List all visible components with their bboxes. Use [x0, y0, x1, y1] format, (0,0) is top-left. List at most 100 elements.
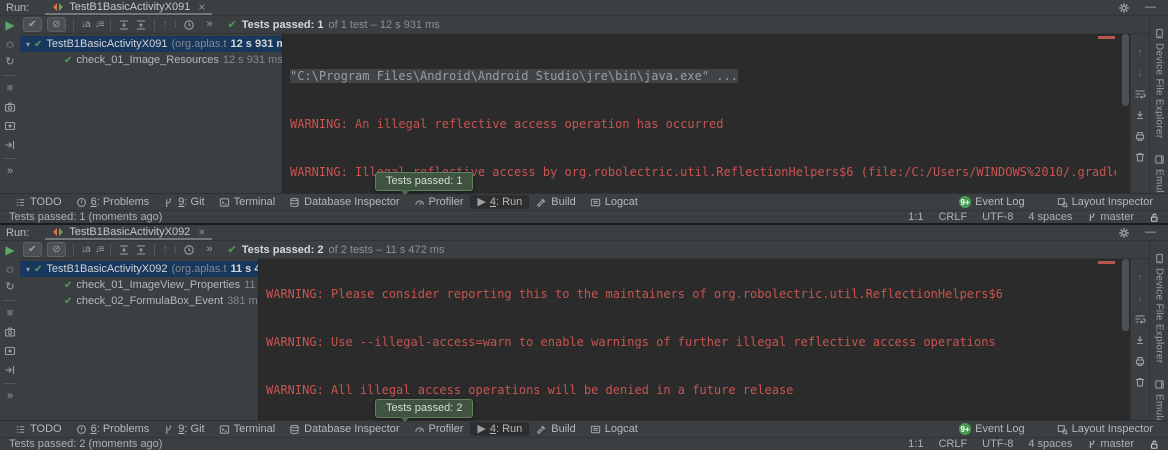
line-ending[interactable]: CRLF: [938, 211, 967, 223]
tree-row-test[interactable]: ✔ check_01_Image_Resources 12 s 931 ms: [20, 52, 282, 68]
import-icon[interactable]: [4, 139, 16, 151]
minimize-icon[interactable]: —: [1145, 2, 1156, 13]
show-ignored-toggle[interactable]: ⊘: [47, 17, 66, 32]
scroll-down-icon[interactable]: ↓: [1137, 293, 1143, 304]
expand-all-icon[interactable]: [118, 244, 130, 256]
toolbar-item-profiler[interactable]: Profiler: [407, 195, 471, 209]
toolbar-item-terminal[interactable]: Terminal: [212, 422, 283, 436]
minimize-icon[interactable]: —: [1145, 227, 1156, 238]
show-ignored-toggle[interactable]: ⊘: [47, 242, 66, 257]
print-icon[interactable]: [1134, 130, 1146, 142]
line-ending[interactable]: CRLF: [938, 438, 967, 450]
stripe-device-file-explorer[interactable]: Device File Explorer: [1154, 28, 1165, 138]
toolbar-item-terminal[interactable]: Terminal: [212, 195, 283, 209]
toolbar-item-build[interactable]: Build: [529, 195, 582, 209]
git-branch-widget[interactable]: master: [1087, 438, 1134, 450]
stop-icon[interactable]: ■: [7, 83, 14, 94]
next-failed-icon[interactable]: ↓: [173, 244, 179, 255]
run-tab-x091[interactable]: TestB1BasicActivityX091 ×: [45, 0, 212, 15]
screenshot-camera-icon[interactable]: [4, 101, 16, 113]
expander-icon[interactable]: ▾: [26, 265, 30, 274]
toolbar-item-logcat[interactable]: Logcat: [583, 422, 645, 436]
scroll-up-icon[interactable]: ↑: [1137, 273, 1143, 284]
gear-icon[interactable]: [1118, 2, 1130, 14]
soft-wrap-icon[interactable]: [1134, 88, 1146, 100]
scrollbar-thumb[interactable]: [1122, 259, 1129, 331]
toolbar-item-todo[interactable]: TODO: [8, 195, 69, 209]
tree-row-root[interactable]: ▾ ✔ TestB1BasicActivityX091 (org.aplas.t…: [20, 36, 282, 52]
scroll-to-end-icon[interactable]: [1134, 109, 1146, 121]
debug-icon[interactable]: [4, 38, 16, 50]
toolbar-item-database-inspector[interactable]: Database Inspector: [282, 422, 406, 436]
encoding[interactable]: UTF-8: [982, 438, 1013, 450]
scroll-to-end-icon[interactable]: [1134, 334, 1146, 346]
expander-icon[interactable]: ▾: [26, 40, 30, 49]
tree-row-test[interactable]: ✔ check_01_ImageView_Properties 11 s 91 …: [20, 277, 258, 293]
encoding[interactable]: UTF-8: [982, 211, 1013, 223]
stripe-device-file-explorer[interactable]: Device File Explorer: [1154, 253, 1165, 363]
more-chevrons-icon[interactable]: »: [206, 19, 212, 30]
event-log-button[interactable]: 9+ Event Log: [952, 195, 1032, 209]
sort-by-duration-icon[interactable]: ↓≡: [95, 244, 104, 255]
screenshot-camera-icon[interactable]: [4, 326, 16, 338]
previous-failed-icon[interactable]: ↑: [162, 244, 168, 255]
toolbar-item-build[interactable]: Build: [529, 422, 582, 436]
indent-setting[interactable]: 4 spaces: [1028, 438, 1072, 450]
collapse-all-icon[interactable]: [135, 19, 147, 31]
show-passed-toggle[interactable]: ✔: [23, 17, 42, 32]
tree-row-root[interactable]: ▾ ✔ TestB1BasicActivityX092 (org.aplas.t…: [20, 261, 258, 277]
toolbar-item-profiler[interactable]: Profiler: [407, 422, 471, 436]
test-history-clock-icon[interactable]: [183, 19, 195, 31]
more-chevrons-icon[interactable]: »: [7, 166, 13, 177]
toolbar-item-run[interactable]: ▶ 4: Run: [470, 195, 529, 209]
close-icon[interactable]: ×: [198, 226, 205, 238]
print-icon[interactable]: [1134, 355, 1146, 367]
toolbar-item-git[interactable]: 9: Git: [156, 195, 211, 209]
gear-icon[interactable]: [1118, 227, 1130, 239]
more-chevrons-icon[interactable]: »: [7, 391, 13, 402]
layout-inspector-button[interactable]: Layout Inspector: [1050, 195, 1160, 209]
scroll-down-icon[interactable]: ↓: [1137, 68, 1143, 79]
lock-icon[interactable]: [1149, 212, 1159, 223]
clear-trash-icon[interactable]: [1134, 151, 1146, 163]
toolbar-item-logcat[interactable]: Logcat: [583, 195, 645, 209]
show-passed-toggle[interactable]: ✔: [23, 242, 42, 257]
more-chevrons-icon[interactable]: »: [206, 244, 212, 255]
previous-failed-icon[interactable]: ↑: [162, 19, 168, 30]
toolbar-item-problems[interactable]: 6: Problems: [69, 195, 157, 209]
toolbar-item-run[interactable]: ▶ 4: Run: [470, 422, 529, 436]
screen-record-icon[interactable]: [4, 345, 16, 357]
import-icon[interactable]: [4, 364, 16, 376]
scrollbar-thumb[interactable]: [1122, 34, 1129, 106]
next-failed-icon[interactable]: ↓: [173, 19, 179, 30]
toolbar-item-problems[interactable]: 6: Problems: [69, 422, 157, 436]
collapse-all-icon[interactable]: [135, 244, 147, 256]
debug-icon[interactable]: [4, 263, 16, 275]
stop-icon[interactable]: ■: [7, 308, 14, 319]
git-branch-widget[interactable]: master: [1087, 211, 1134, 223]
sort-by-duration-icon[interactable]: ↓≡: [95, 19, 104, 30]
clear-trash-icon[interactable]: [1134, 376, 1146, 388]
sort-alphabetically-icon[interactable]: ↓a: [81, 244, 90, 255]
indent-setting[interactable]: 4 spaces: [1028, 211, 1072, 223]
scroll-up-icon[interactable]: ↑: [1137, 48, 1143, 59]
toolbar-item-todo[interactable]: TODO: [8, 422, 69, 436]
screen-record-icon[interactable]: [4, 120, 16, 132]
event-log-button[interactable]: 9+ Event Log: [952, 422, 1032, 436]
rerun-icon[interactable]: ▶: [5, 244, 14, 256]
close-icon[interactable]: ×: [198, 1, 205, 13]
soft-wrap-icon[interactable]: [1134, 313, 1146, 325]
refresh-icon[interactable]: ↻: [5, 282, 14, 293]
caret-position[interactable]: 1:1: [908, 438, 923, 450]
run-tab-x092[interactable]: TestB1BasicActivityX092 ×: [45, 225, 212, 240]
lock-icon[interactable]: [1149, 439, 1159, 450]
expand-all-icon[interactable]: [118, 19, 130, 31]
refresh-icon[interactable]: ↻: [5, 57, 14, 68]
test-history-clock-icon[interactable]: [183, 244, 195, 256]
toolbar-item-git[interactable]: 9: Git: [156, 422, 211, 436]
layout-inspector-button[interactable]: Layout Inspector: [1050, 422, 1160, 436]
tree-row-test[interactable]: ✔ check_02_FormulaBox_Event 381 ms: [20, 293, 258, 309]
sort-alphabetically-icon[interactable]: ↓a: [81, 19, 90, 30]
toolbar-item-database-inspector[interactable]: Database Inspector: [282, 195, 406, 209]
rerun-icon[interactable]: ▶: [5, 19, 14, 31]
